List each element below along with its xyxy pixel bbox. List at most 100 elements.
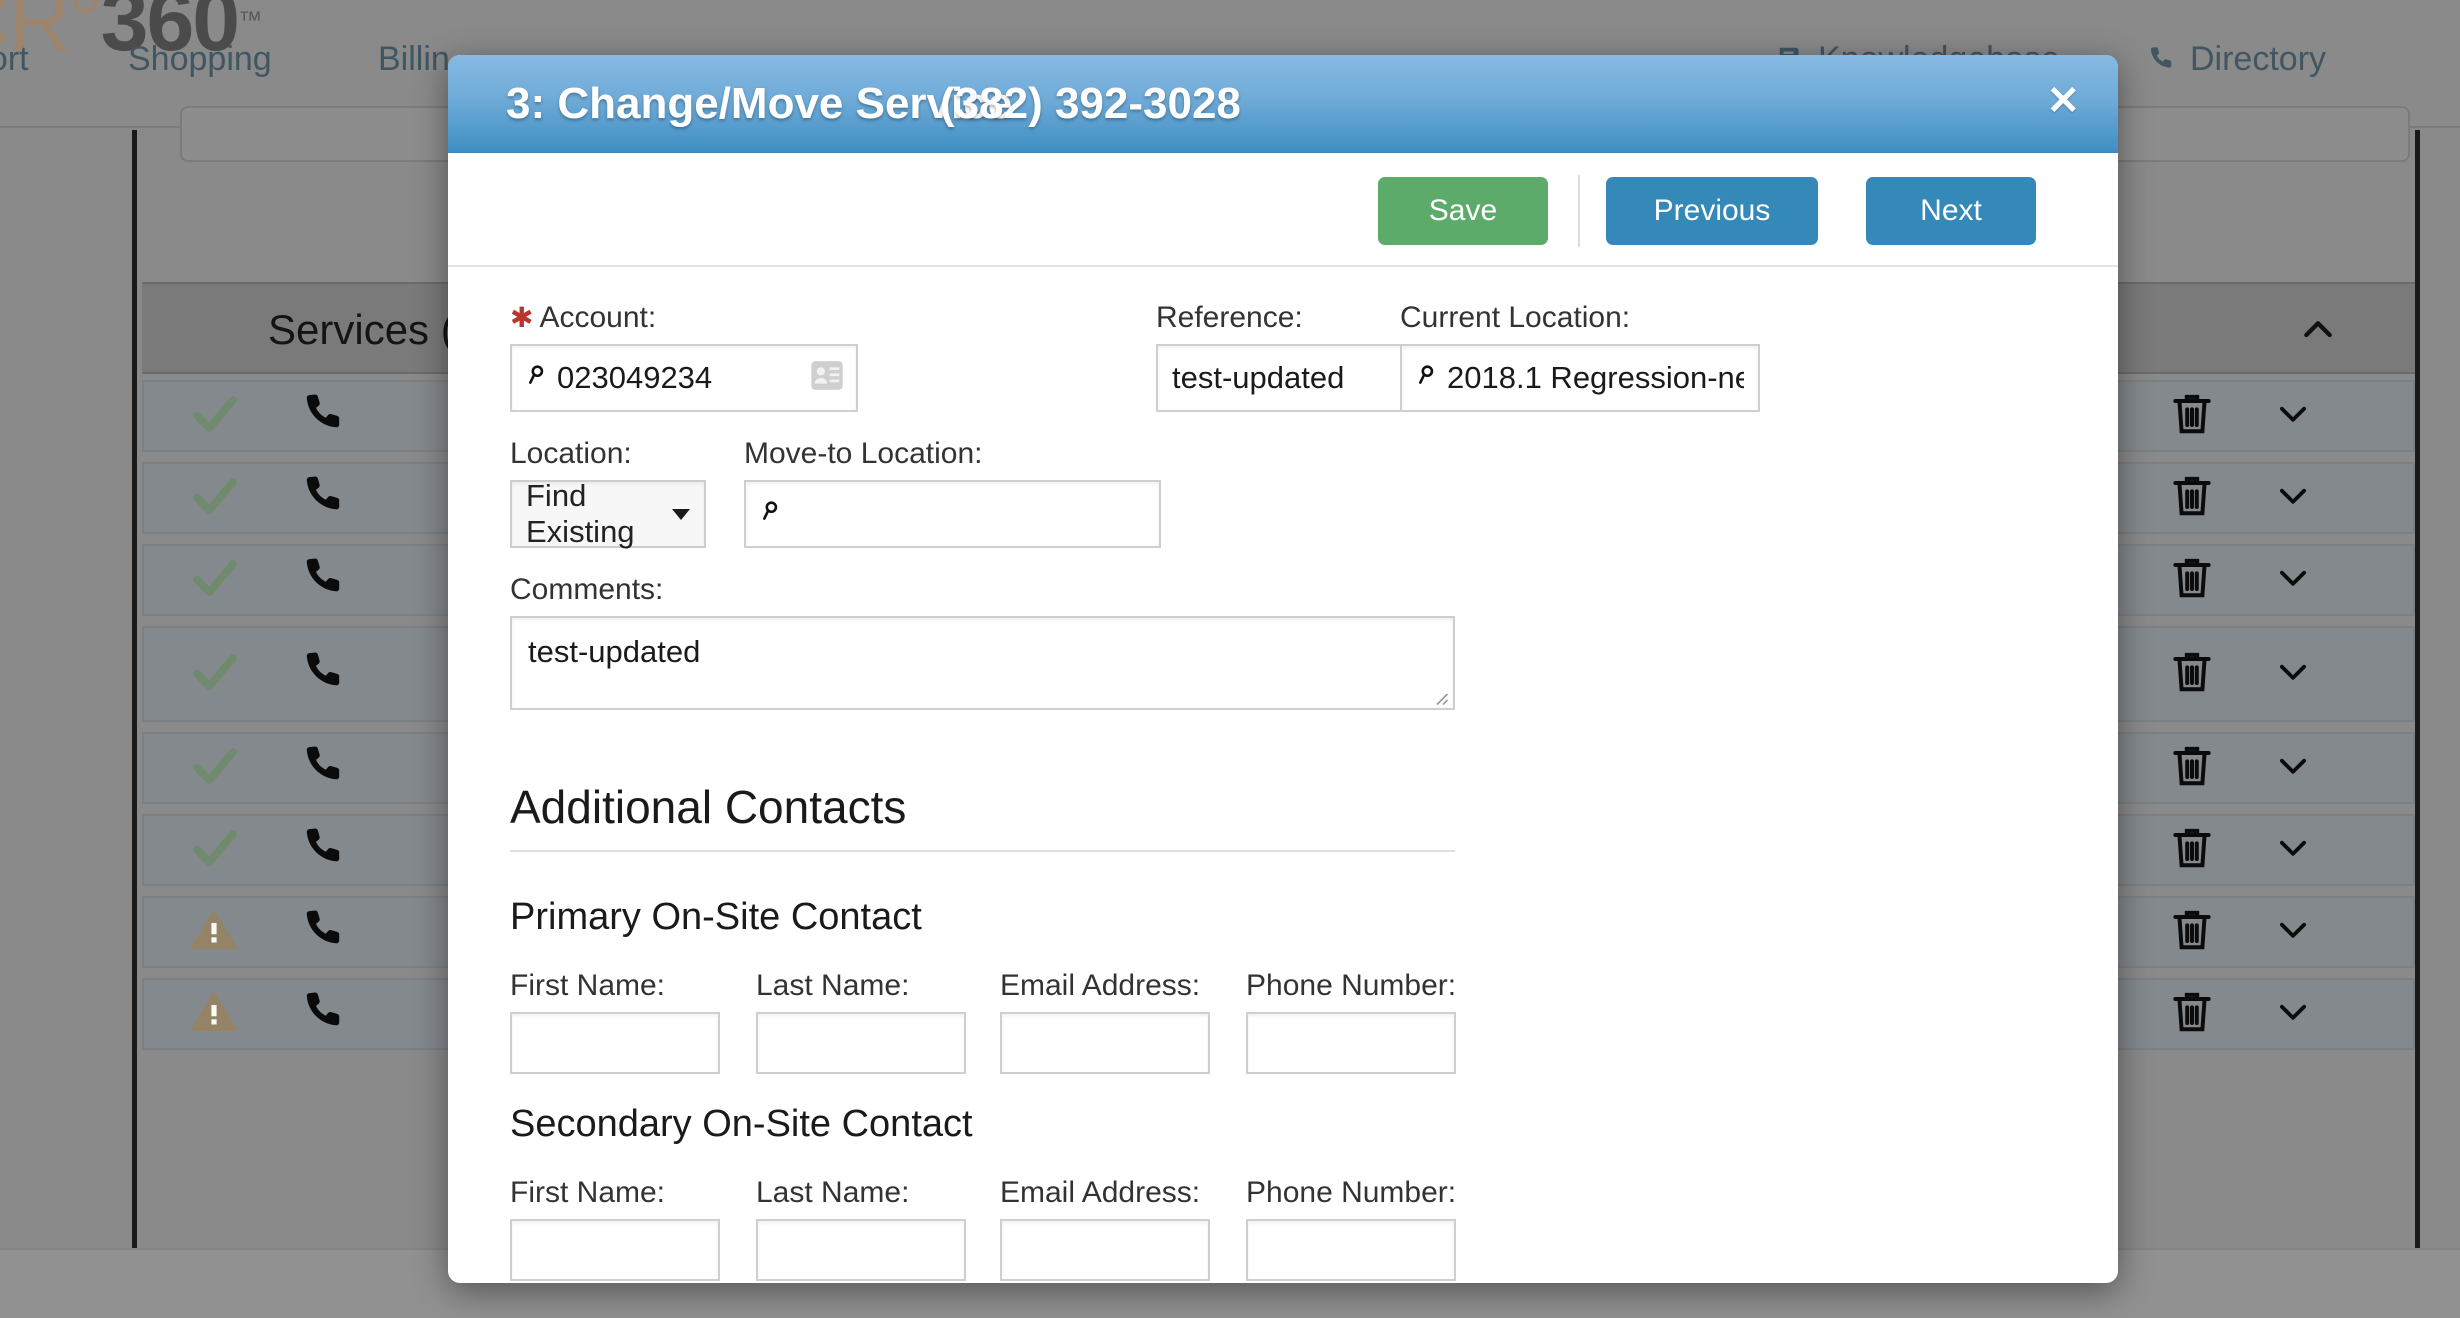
phone-icon <box>2148 44 2178 83</box>
chevron-down-icon[interactable] <box>2269 653 2317 696</box>
resize-handle[interactable] <box>1431 688 1449 706</box>
chevron-down-icon[interactable] <box>2269 477 2317 520</box>
chevron-up-icon[interactable] <box>2293 310 2343 355</box>
chevron-down-icon[interactable] <box>2269 747 2317 790</box>
chevron-down-icon[interactable] <box>2269 911 2317 954</box>
phone-icon[interactable] <box>302 554 350 607</box>
phone-icon[interactable] <box>302 390 350 443</box>
check-icon <box>188 469 242 528</box>
secondary-contact-heading: Secondary On-Site Contact <box>510 1103 973 1145</box>
account-field-group: ✱ Account: 023049234 <box>510 301 858 412</box>
trash-icon[interactable] <box>2167 471 2217 526</box>
services-panel-title: Services (1 <box>268 306 479 353</box>
modal-phone-number: (382) 392-3028 <box>940 79 1241 128</box>
magnifier-icon <box>526 360 552 396</box>
reference-value: test-updated <box>1172 360 1345 395</box>
required-marker: ✱ <box>510 302 534 333</box>
nav-link-shopping[interactable]: Shopping <box>128 40 272 79</box>
modal-title: 3: Change/Move Service <box>506 79 1013 128</box>
primary-contact-input-2[interactable] <box>1000 1012 1210 1074</box>
primary-contact-field-3: Phone Number: <box>1246 969 1456 1074</box>
secondary-contact-fields: First Name: Last Name: Email Address: Phone… <box>510 1176 1457 1283</box>
nav-link-support[interactable]: port <box>0 40 29 79</box>
phone-icon[interactable] <box>302 742 350 795</box>
additional-contacts-section: Additional Contacts Primary On-Site Cont… <box>510 780 1457 1283</box>
secondary-contact-input-3[interactable] <box>1246 1219 1456 1281</box>
trash-icon[interactable] <box>2167 987 2217 1042</box>
nav-link-directory[interactable]: Directory <box>2148 40 2326 83</box>
trash-icon[interactable] <box>2167 553 2217 608</box>
service-fields-row: ✱ Account: 023049234 Reference: test-upd… <box>510 301 2056 423</box>
primary-contact-field-1: Last Name: <box>756 969 966 1074</box>
location-select[interactable]: Find Existing <box>510 478 706 549</box>
modal-body: ✱ Account: 023049234 Reference: test-upd… <box>448 267 2118 1283</box>
modal-header: 3: Change/Move Service (382) 392-3028 ✕ <box>448 55 2118 153</box>
secondary-contact-input-1[interactable] <box>756 1219 966 1281</box>
trash-icon[interactable] <box>2167 647 2217 702</box>
close-icon[interactable]: ✕ <box>2046 81 2080 121</box>
current-location-field-group: Current Location: 2018.1 Regression-new … <box>1400 301 1760 412</box>
check-icon <box>188 645 242 704</box>
secondary-contact-input-2[interactable] <box>1000 1219 1210 1281</box>
phone-icon[interactable] <box>302 472 350 525</box>
move-to-location-label: Move-to Location: <box>744 437 983 470</box>
primary-contact-label-1: Last Name: <box>756 969 910 1002</box>
phone-icon[interactable] <box>302 906 350 959</box>
check-icon <box>188 821 242 880</box>
current-location-input[interactable]: 2018.1 Regression-new catalog <box>1400 344 1760 412</box>
primary-contact-label-2: Email Address: <box>1000 969 1201 1002</box>
primary-contact-label-0: First Name: <box>510 969 666 1002</box>
phone-icon[interactable] <box>302 824 350 877</box>
secondary-contact-field-0: First Name: <box>510 1176 720 1281</box>
check-icon <box>188 739 242 798</box>
secondary-contact-input-0[interactable] <box>510 1219 720 1281</box>
primary-contact-input-1[interactable] <box>756 1012 966 1074</box>
current-location-value: 2018.1 Regression-new catalog <box>1447 360 1744 395</box>
location-fields-row: Location: Find Existing Move-to Location… <box>510 437 2056 559</box>
location-label: Location: <box>510 437 632 470</box>
phone-icon[interactable] <box>302 648 350 701</box>
brand-logo-degree: ° <box>68 0 102 69</box>
chevron-down-icon[interactable] <box>2269 829 2317 872</box>
secondary-contact-label-3: Phone Number: <box>1246 1176 1457 1209</box>
primary-contact-input-0[interactable] <box>510 1012 720 1074</box>
chevron-down-icon[interactable] <box>2269 993 2317 1036</box>
move-to-location-input[interactable] <box>744 480 1161 548</box>
comments-field-group: Comments: test-updated <box>510 573 1455 710</box>
primary-contact-field-0: First Name: <box>510 969 720 1074</box>
account-input[interactable]: 023049234 <box>510 344 858 412</box>
comments-textarea[interactable]: test-updated <box>510 616 1455 710</box>
trash-icon[interactable] <box>2167 905 2217 960</box>
nav-link-billing[interactable]: Billin <box>378 40 450 79</box>
trash-icon[interactable] <box>2167 389 2217 444</box>
reference-label: Reference: <box>1156 301 1303 334</box>
chevron-down-icon[interactable] <box>2269 559 2317 602</box>
reference-input[interactable]: test-updated <box>1156 344 1434 412</box>
location-field-group: Location: Find Existing <box>510 437 706 549</box>
secondary-contact-field-1: Last Name: <box>756 1176 966 1281</box>
magnifier-icon <box>1416 360 1442 396</box>
chevron-down-icon <box>672 508 690 520</box>
current-location-label: Current Location: <box>1400 301 1631 334</box>
trash-icon[interactable] <box>2167 741 2217 796</box>
nav-link-directory-label: Directory <box>2190 40 2327 78</box>
check-icon <box>188 387 242 446</box>
reference-field-group: Reference: test-updated <box>1156 301 1434 412</box>
trash-icon[interactable] <box>2167 823 2217 878</box>
secondary-contact-field-2: Email Address: <box>1000 1176 1210 1281</box>
modal-toolbar: Save Previous Next <box>448 153 2118 267</box>
location-selected-value: Find Existing <box>526 478 635 549</box>
contact-card-icon[interactable] <box>810 361 844 396</box>
toolbar-divider <box>1578 175 1580 247</box>
right-rail <box>2415 130 2460 1248</box>
warning-icon <box>188 904 240 961</box>
comments-label: Comments: <box>510 573 664 606</box>
previous-button[interactable]: Previous <box>1606 177 1818 245</box>
chevron-down-icon[interactable] <box>2269 395 2317 438</box>
next-button[interactable]: Next <box>1866 177 2036 245</box>
left-rail <box>0 130 137 1248</box>
phone-icon[interactable] <box>302 988 350 1041</box>
change-move-service-modal: 3: Change/Move Service (382) 392-3028 ✕ … <box>448 55 2118 1283</box>
primary-contact-input-3[interactable] <box>1246 1012 1456 1074</box>
save-button[interactable]: Save <box>1378 177 1548 245</box>
